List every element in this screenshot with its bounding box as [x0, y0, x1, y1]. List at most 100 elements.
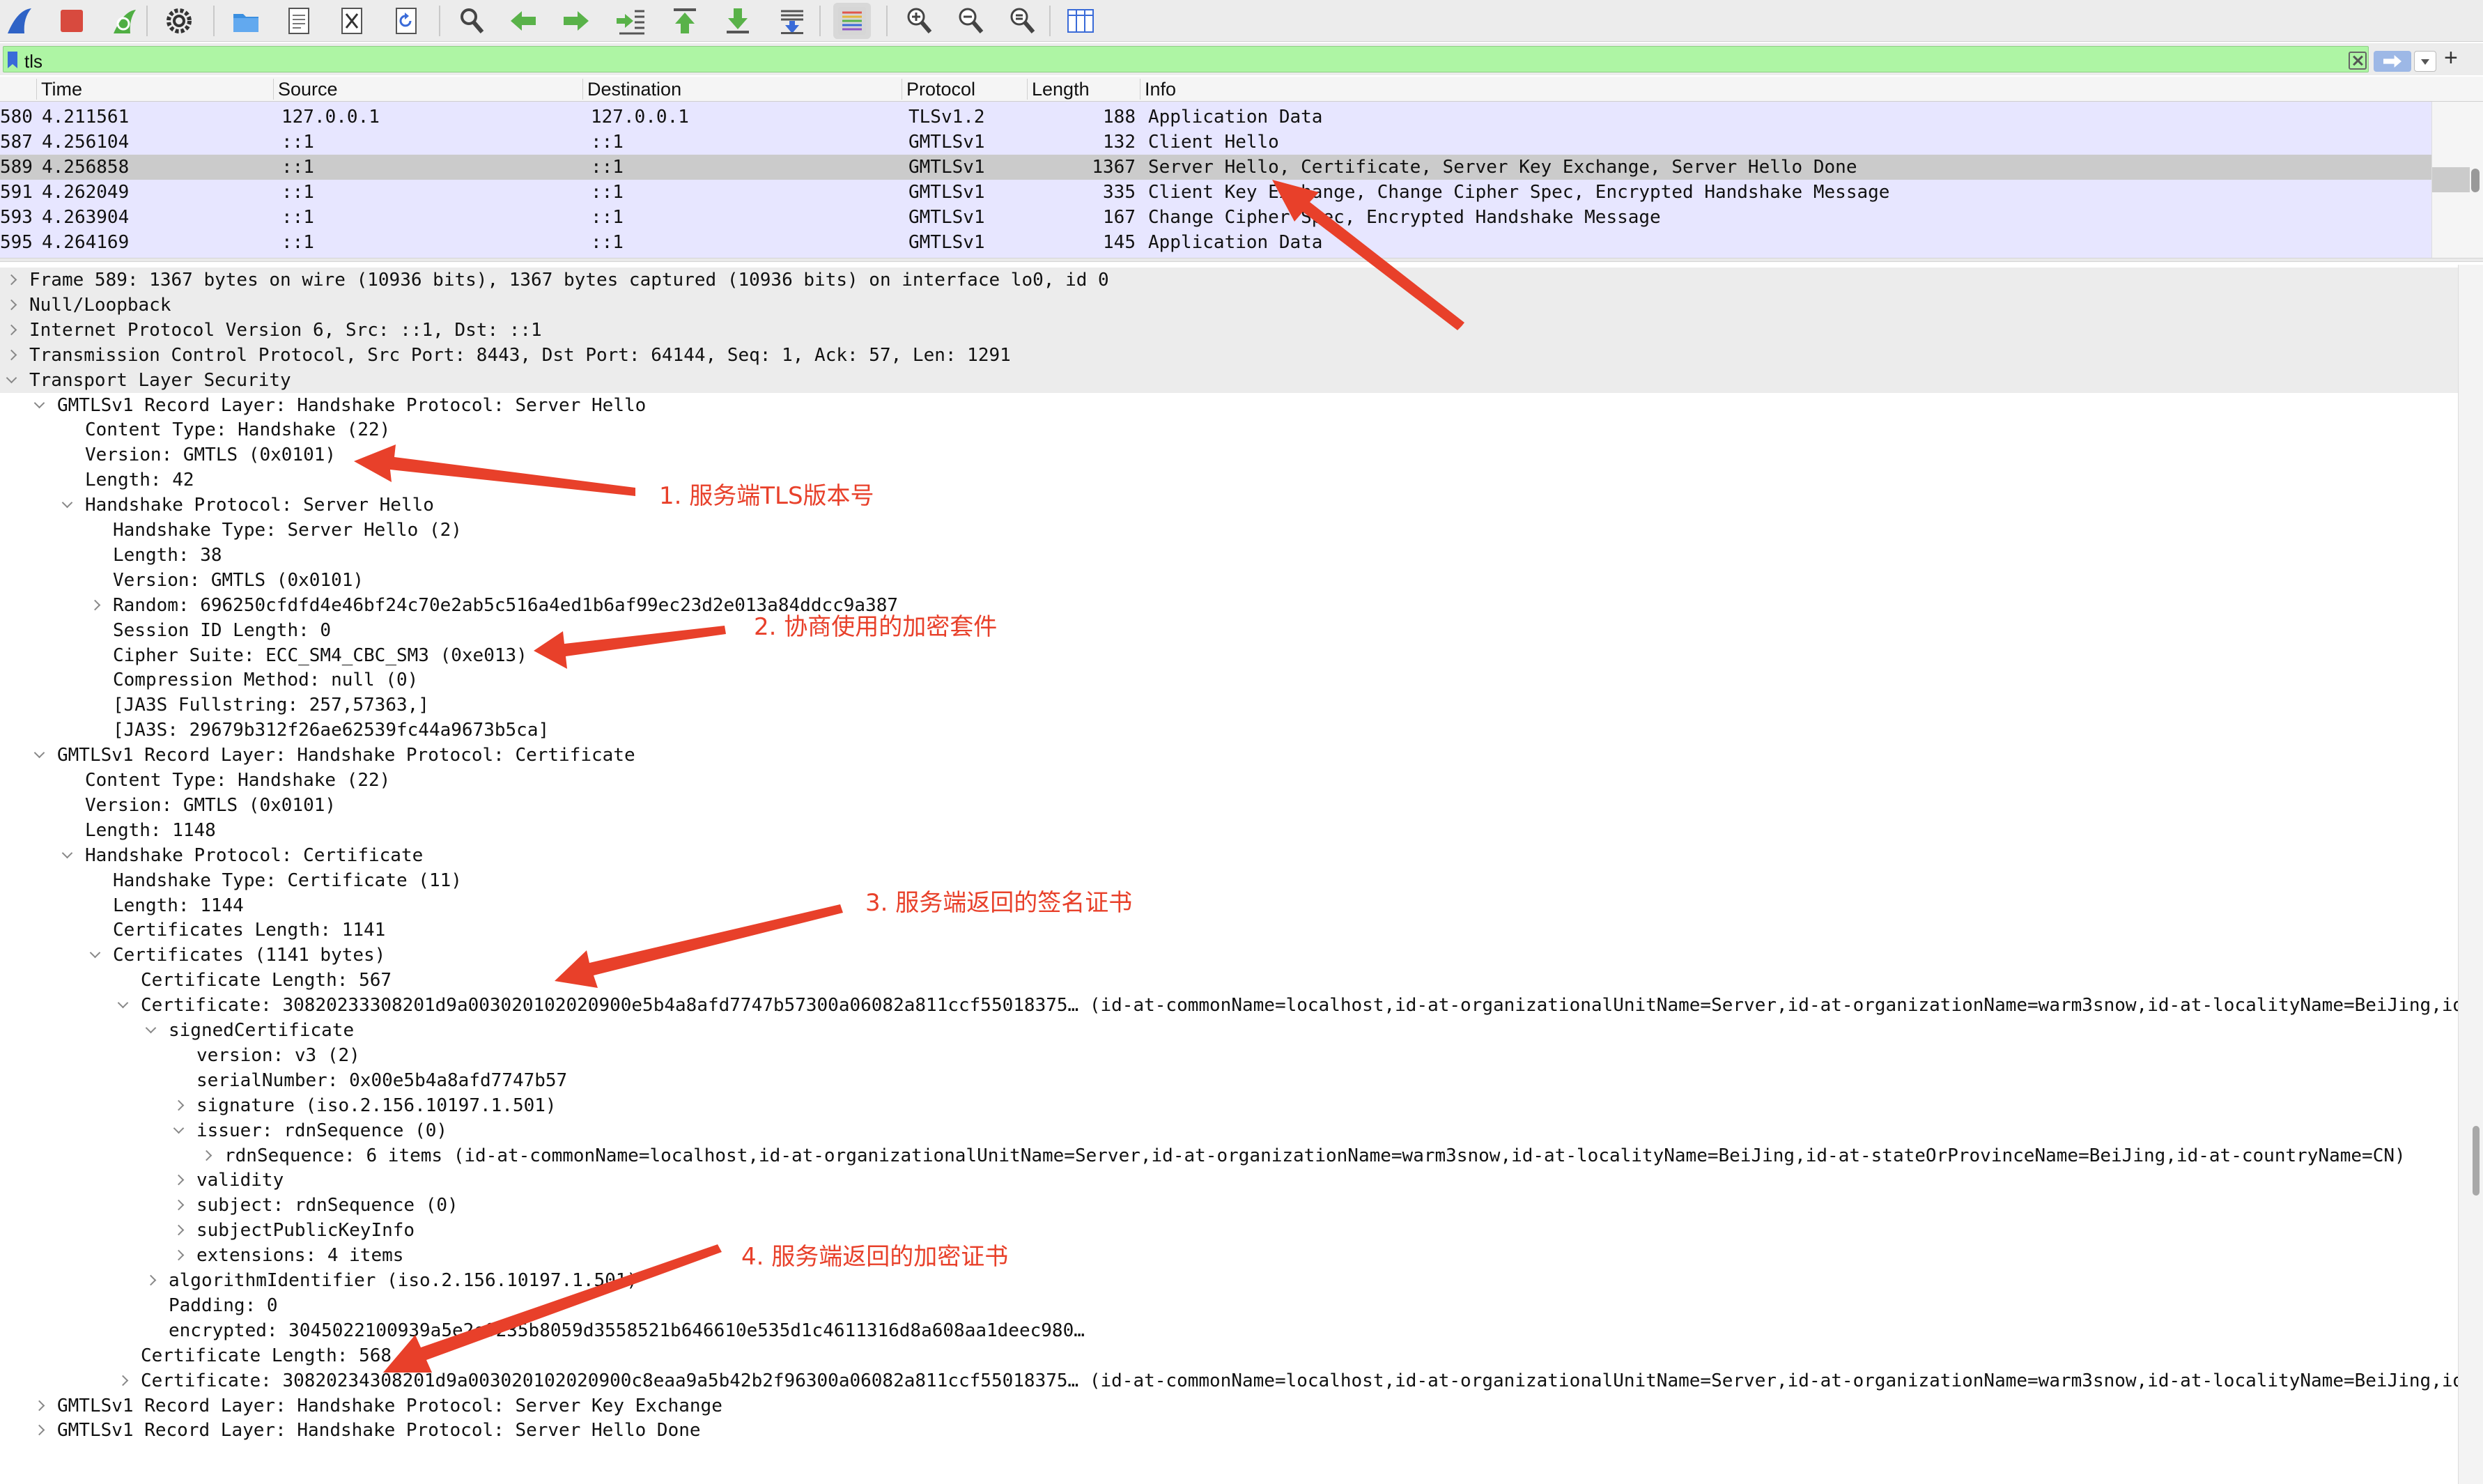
- chevron-down-icon[interactable]: [60, 843, 74, 868]
- tree-item[interactable]: Certificates (1141 bytes): [0, 943, 2458, 968]
- tree-item[interactable]: extensions: 4 items: [0, 1243, 2458, 1268]
- packet-row[interactable]: 591 4.262049::1::1 GMTLSv1 335 Client Key Ex…: [0, 180, 2431, 205]
- tree-item[interactable]: [JA3S Fullstring: 257,57363,]: [0, 693, 2458, 718]
- capture-options-button[interactable]: [160, 3, 198, 39]
- column-header-time[interactable]: Time: [36, 79, 82, 100]
- tree-item[interactable]: Padding: 0: [0, 1293, 2458, 1318]
- tree-item[interactable]: Handshake Protocol: Certificate: [0, 843, 2458, 868]
- tree-item[interactable]: Session ID Length: 0: [0, 618, 2458, 643]
- tree-item[interactable]: issuer: rdnSequence (0): [0, 1118, 2458, 1143]
- chevron-right-icon[interactable]: [171, 1193, 185, 1218]
- tree-item[interactable]: Version: GMTLS (0x0101): [0, 793, 2458, 818]
- tree-item[interactable]: Transmission Control Protocol, Src Port:…: [0, 342, 2458, 368]
- tree-item[interactable]: Content Type: Handshake (22): [0, 417, 2458, 442]
- column-header-source[interactable]: Source: [273, 79, 338, 100]
- chevron-right-icon[interactable]: [32, 1418, 46, 1443]
- chevron-down-icon[interactable]: [32, 743, 46, 768]
- tree-item[interactable]: Version: GMTLS (0x0101): [0, 442, 2458, 467]
- last-packet-button[interactable]: [719, 3, 757, 39]
- tree-item[interactable]: Content Type: Handshake (22): [0, 768, 2458, 793]
- tree-item[interactable]: signature (iso.2.156.10197.1.501): [0, 1093, 2458, 1118]
- column-header-length[interactable]: Length: [1027, 79, 1090, 100]
- chevron-down-icon[interactable]: [88, 943, 102, 968]
- tree-item[interactable]: Handshake Type: Server Hello (2): [0, 518, 2458, 543]
- colorize-button[interactable]: [833, 3, 871, 39]
- apply-filter-button[interactable]: [2374, 51, 2411, 72]
- chevron-right-icon[interactable]: [4, 318, 18, 343]
- tree-item[interactable]: Certificate Length: 568: [0, 1343, 2458, 1368]
- zoom-in-button[interactable]: [900, 3, 938, 39]
- tree-item[interactable]: Compression Method: null (0): [0, 667, 2458, 693]
- stop-capture-button[interactable]: [53, 3, 91, 39]
- chevron-down-icon[interactable]: [4, 368, 18, 393]
- tree-item[interactable]: signedCertificate: [0, 1018, 2458, 1043]
- tree-item[interactable]: Length: 1148: [0, 818, 2458, 843]
- tree-item[interactable]: Handshake Type: Certificate (11): [0, 868, 2458, 893]
- packet-list-scroll-thumb[interactable]: [2471, 169, 2480, 192]
- find-packet-button[interactable]: [453, 3, 490, 39]
- tree-item[interactable]: serialNumber: 0x00e5b4a8afd7747b57: [0, 1068, 2458, 1093]
- packet-details-scroll-thumb[interactable]: [2473, 1126, 2480, 1196]
- tree-item[interactable]: algorithmIdentifier (iso.2.156.10197.1.5…: [0, 1268, 2458, 1293]
- tree-item[interactable]: Length: 1144: [0, 893, 2458, 918]
- chevron-right-icon[interactable]: [116, 1368, 130, 1393]
- chevron-right-icon[interactable]: [171, 1168, 185, 1193]
- add-filter-button[interactable]: +: [2444, 45, 2458, 72]
- packet-row[interactable]: 593 4.263904::1::1 GMTLSv1 167 Change Cipher…: [0, 205, 2431, 230]
- zoom-out-button[interactable]: [952, 3, 989, 39]
- chevron-right-icon[interactable]: [171, 1093, 185, 1118]
- chevron-right-icon[interactable]: [88, 593, 102, 618]
- tree-item[interactable]: Transport Layer Security: [0, 367, 2458, 393]
- tree-item[interactable]: GMTLSv1 Record Layer: Handshake Protocol…: [0, 743, 2458, 768]
- tree-item[interactable]: subject: rdnSequence (0): [0, 1193, 2458, 1218]
- tree-item[interactable]: Random: 696250cfdfd4e46bf24c70e2ab5c516a…: [0, 593, 2458, 618]
- open-file-button[interactable]: [227, 3, 265, 39]
- chevron-down-icon[interactable]: [60, 493, 74, 518]
- restart-capture-button[interactable]: [105, 3, 142, 39]
- pane-splitter[interactable]: [0, 258, 2483, 262]
- chevron-right-icon[interactable]: [4, 343, 18, 368]
- tree-item[interactable]: Null/Loopback: [0, 292, 2458, 318]
- start-capture-button[interactable]: [0, 3, 38, 39]
- go-back-button[interactable]: [504, 3, 542, 39]
- column-header-protocol[interactable]: Protocol: [902, 79, 975, 100]
- tree-item[interactable]: version: v3 (2): [0, 1043, 2458, 1068]
- tree-item[interactable]: GMTLSv1 Record Layer: Handshake Protocol…: [0, 393, 2458, 418]
- tree-item[interactable]: GMTLSv1 Record Layer: Handshake Protocol…: [0, 1418, 2458, 1443]
- tree-item[interactable]: Internet Protocol Version 6, Src: ::1, D…: [0, 317, 2458, 343]
- tree-item[interactable]: Cipher Suite: ECC_SM4_CBC_SM3 (0xe013): [0, 643, 2458, 668]
- chevron-right-icon[interactable]: [199, 1143, 213, 1168]
- packet-row[interactable]: 587 4.256104::1::1 GMTLSv1 132 Client Hello: [0, 130, 2431, 155]
- chevron-right-icon[interactable]: [144, 1268, 157, 1293]
- auto-scroll-button[interactable]: [773, 3, 811, 39]
- save-file-button[interactable]: [280, 3, 318, 39]
- chevron-right-icon[interactable]: [171, 1243, 185, 1268]
- tree-item[interactable]: Certificate: 30820233308201d9a0030201020…: [0, 993, 2458, 1018]
- go-to-packet-button[interactable]: [612, 3, 649, 39]
- filter-history-dropdown[interactable]: [2414, 51, 2436, 72]
- packet-row[interactable]: 595 4.264169::1::1 GMTLSv1 145 Application D…: [0, 230, 2431, 255]
- clear-filter-icon[interactable]: [2349, 52, 2367, 70]
- tree-item[interactable]: Length: 42: [0, 467, 2458, 493]
- tree-item[interactable]: subjectPublicKeyInfo: [0, 1218, 2458, 1243]
- display-filter-input[interactable]: tls: [3, 46, 2436, 72]
- packet-list-scrollbar[interactable]: [2431, 102, 2483, 258]
- filter-bookmark-icon[interactable]: [8, 52, 17, 68]
- chevron-down-icon[interactable]: [171, 1118, 185, 1143]
- chevron-down-icon[interactable]: [32, 393, 46, 418]
- column-header-destination[interactable]: Destination: [582, 79, 681, 100]
- first-packet-button[interactable]: [666, 3, 704, 39]
- chevron-right-icon[interactable]: [32, 1393, 46, 1419]
- chevron-down-icon[interactable]: [116, 993, 130, 1018]
- go-forward-button[interactable]: [557, 3, 595, 39]
- normal-size-button[interactable]: [1003, 3, 1041, 39]
- packet-details-scrollbar[interactable]: [2458, 265, 2483, 1484]
- tree-item[interactable]: Length: 38: [0, 543, 2458, 568]
- close-file-button[interactable]: [333, 3, 371, 39]
- tree-item[interactable]: Handshake Protocol: Server Hello: [0, 493, 2458, 518]
- tree-item[interactable]: [JA3S: 29679b312f26ae62539fc44a9673b5ca]: [0, 718, 2458, 743]
- tree-item[interactable]: Certificates Length: 1141: [0, 918, 2458, 943]
- chevron-right-icon[interactable]: [171, 1218, 185, 1243]
- tree-item[interactable]: validity: [0, 1168, 2458, 1193]
- tree-item[interactable]: Frame 589: 1367 bytes on wire (10936 bit…: [0, 268, 2458, 293]
